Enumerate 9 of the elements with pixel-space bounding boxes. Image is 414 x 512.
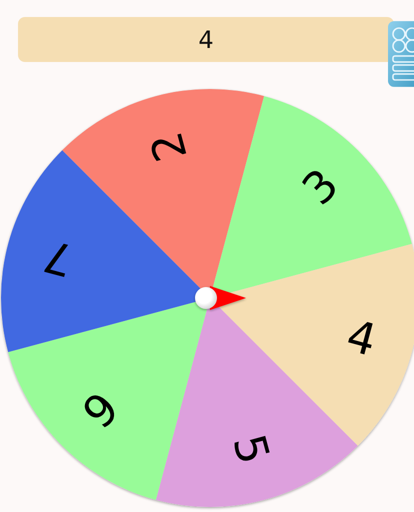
pointer-drawing[interactable] — [195, 286, 246, 310]
segment-label: 4 — [341, 310, 382, 367]
segment-label: 3 — [292, 159, 349, 216]
segment-label: 6 — [71, 380, 128, 437]
segment-label: 7 — [38, 229, 79, 286]
segment-label: 5 — [222, 429, 279, 470]
segment-label: 2 — [141, 126, 198, 167]
list-icon[interactable] — [388, 21, 414, 87]
result-display: 4 — [18, 17, 394, 62]
